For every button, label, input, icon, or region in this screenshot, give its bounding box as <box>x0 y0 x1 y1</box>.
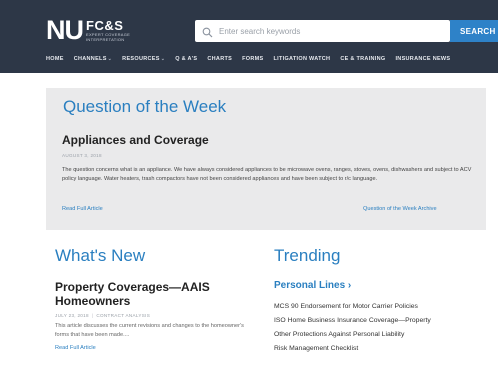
article-excerpt: The question concerns what is an applian… <box>62 167 472 182</box>
question-of-week-panel: Question of the Week Appliances and Cove… <box>46 88 486 230</box>
nav-item-label: Q & A'S <box>175 56 198 62</box>
trending-item[interactable]: MCS 90 Endorsement for Motor Carrier Pol… <box>274 302 498 316</box>
site-logo[interactable]: NU FC&S EXPERT COVERAGE INTERPRETATION <box>46 17 130 44</box>
nav-item-label: FORMS <box>242 56 264 62</box>
search-icon <box>202 25 213 38</box>
search-button[interactable]: SEARCH <box>450 20 498 42</box>
nav-item-label: CE & TRAINING <box>340 56 386 62</box>
search-box <box>195 20 450 42</box>
read-full-article-link[interactable]: Read Full Article <box>62 206 103 212</box>
chevron-down-icon: ⌄ <box>160 56 166 62</box>
article-title[interactable]: Property Coverages—AAIS Homeowners <box>55 280 245 308</box>
nav-item-forms[interactable]: FORMS <box>242 56 263 62</box>
trending-item[interactable]: Other Protections Against Personal Liabi… <box>274 330 498 344</box>
nav-item-label: CHANNELS <box>73 56 107 62</box>
logo-text-block: FC&S EXPERT COVERAGE INTERPRETATION <box>86 19 130 42</box>
meta-divider: | <box>91 313 94 318</box>
trending-heading: Trending <box>274 246 341 265</box>
nav-item-insurance-news[interactable]: INSURANCE NEWS <box>395 56 450 62</box>
logo-nu: NU <box>46 15 84 45</box>
trending-list: MCS 90 Endorsement for Motor Carrier Pol… <box>274 302 498 358</box>
nav-item-litigation-watch[interactable]: LITIGATION WATCH <box>273 56 330 62</box>
main-nav: HOME CHANNELS⌄ RESOURCES⌄ Q & A'S CHARTS… <box>46 56 460 62</box>
nav-item-label: INSURANCE NEWS <box>395 56 451 62</box>
archive-link[interactable]: Question of the Week Archive <box>363 206 437 212</box>
nav-item-charts[interactable]: CHARTS <box>207 56 232 62</box>
nav-item-label: CHARTS <box>207 56 233 62</box>
trending-section-link[interactable]: Personal Lines › <box>274 280 351 291</box>
trending-item[interactable]: ISO Home Business Insurance Coverage—Pro… <box>274 316 498 330</box>
nav-item-ce-training[interactable]: CE & TRAINING <box>340 56 385 62</box>
article-date: JULY 23, 2018 <box>55 313 89 318</box>
trending-item[interactable]: Risk Management Checklist <box>274 344 498 358</box>
article-date: AUGUST 3, 2018 <box>62 153 102 158</box>
site-header: NU FC&S EXPERT COVERAGE INTERPRETATION S… <box>0 0 498 73</box>
whats-new-heading: What's New <box>55 246 146 265</box>
read-full-article-link[interactable]: Read Full Article <box>55 345 96 351</box>
article-category[interactable]: CONTRACT ANALYSIS <box>96 313 150 318</box>
nav-item-label: RESOURCES <box>122 56 160 62</box>
nav-item-label: HOME <box>46 56 64 62</box>
search-input[interactable] <box>217 20 442 42</box>
logo-brand: FC&S <box>86 18 124 33</box>
article-excerpt: This article discusses the current revis… <box>55 323 244 338</box>
article-meta: JULY 23, 2018 | CONTRACT ANALYSIS <box>55 313 150 318</box>
nav-item-resources[interactable]: RESOURCES⌄ <box>122 56 165 62</box>
chevron-down-icon: ⌄ <box>107 56 113 62</box>
nav-item-qas[interactable]: Q & A'S <box>175 56 197 62</box>
section-heading: Question of the Week <box>63 97 227 116</box>
logo-tagline-2: INTERPRETATION <box>86 37 125 42</box>
nav-item-label: LITIGATION WATCH <box>273 56 331 62</box>
article-title[interactable]: Appliances and Coverage <box>62 133 209 147</box>
nav-item-home[interactable]: HOME <box>46 56 64 62</box>
nav-item-channels[interactable]: CHANNELS⌄ <box>74 56 112 62</box>
